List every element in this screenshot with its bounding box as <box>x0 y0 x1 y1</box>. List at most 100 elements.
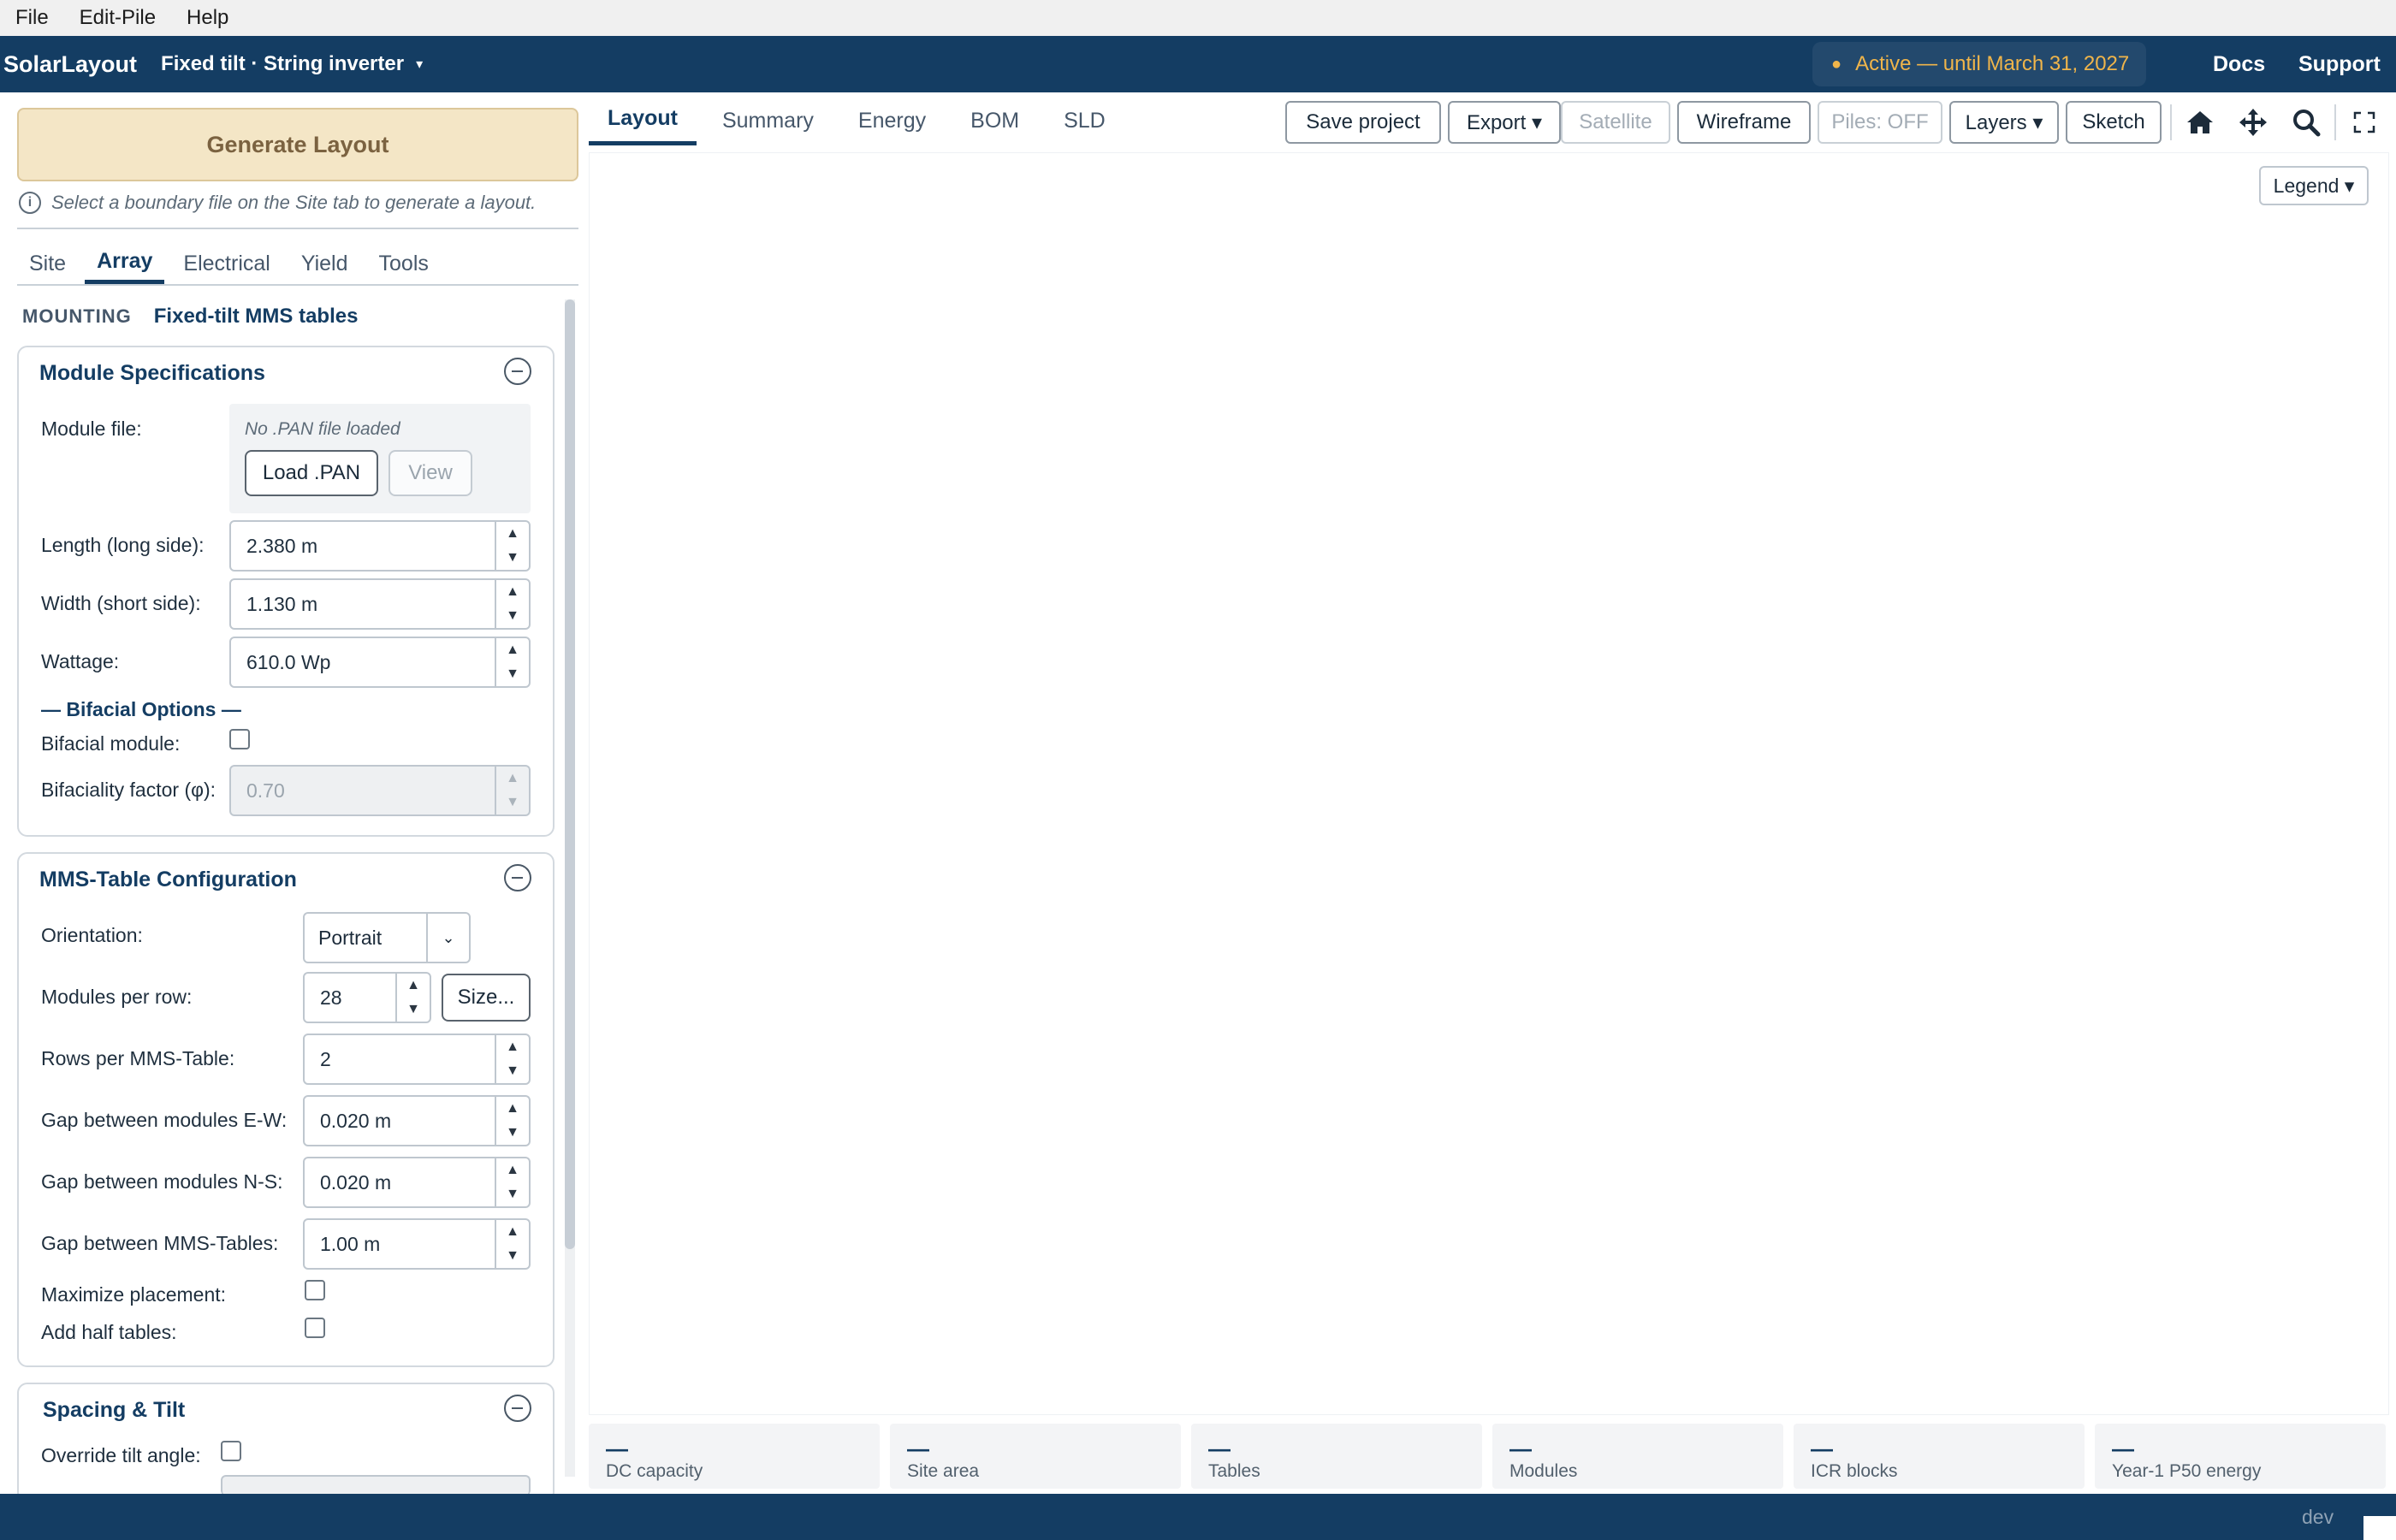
spacing-tilt-title: Spacing & Tilt <box>43 1398 186 1422</box>
width-label: Width (short side): <box>41 592 201 614</box>
tab-site[interactable]: Site <box>17 243 78 284</box>
bifaciality-input[interactable]: 0.70 ▲ ▼ <box>229 765 531 816</box>
layers-button[interactable]: Layers ▾ <box>1949 101 2059 144</box>
gap-ew-stepper[interactable]: ▲ ▼ <box>495 1097 529 1145</box>
mms-config-title: MMS-Table Configuration <box>39 868 297 891</box>
satellite-button[interactable]: Satellite <box>1561 101 1670 144</box>
spin-up-icon[interactable]: ▲ <box>496 1097 529 1121</box>
search-icon[interactable] <box>2285 101 2328 144</box>
half-tables-checkbox[interactable] <box>305 1318 325 1338</box>
home-icon[interactable] <box>2179 101 2221 144</box>
divider <box>17 228 578 229</box>
tab-array[interactable]: Array <box>85 243 165 284</box>
modules-per-row-input[interactable]: 28 ▲ ▼ <box>303 972 431 1023</box>
bifacial-options-heading: — Bifacial Options — <box>41 698 241 720</box>
spin-down-icon[interactable]: ▼ <box>397 998 430 1022</box>
spin-up-icon[interactable]: ▲ <box>496 638 529 662</box>
override-tilt-checkbox[interactable] <box>221 1441 241 1461</box>
map-canvas[interactable] <box>589 152 2389 1415</box>
stat-tables: — Tables <box>1191 1424 1482 1489</box>
spin-up-icon[interactable]: ▲ <box>496 1035 529 1059</box>
rows-per-table-label: Rows per MMS-Table: <box>41 1047 235 1069</box>
sketch-button[interactable]: Sketch <box>2066 101 2162 144</box>
bifaciality-stepper[interactable]: ▲ ▼ <box>495 767 529 814</box>
spin-down-icon[interactable]: ▼ <box>496 1182 529 1206</box>
rows-per-table-value: 2 <box>320 1047 331 1070</box>
width-stepper[interactable]: ▲ ▼ <box>495 580 529 628</box>
tab-sld[interactable]: SLD <box>1045 96 1124 145</box>
spin-down-icon[interactable]: ▼ <box>496 604 529 628</box>
spin-up-icon[interactable]: ▲ <box>496 1158 529 1182</box>
wattage-label: Wattage: <box>41 650 120 672</box>
spin-down-icon[interactable]: ▼ <box>496 546 529 570</box>
license-status-badge: ● Active — until March 31, 2027 <box>1812 42 2146 86</box>
bifacial-module-checkbox[interactable] <box>229 729 250 749</box>
spin-up-icon[interactable]: ▲ <box>496 580 529 604</box>
spin-down-icon[interactable]: ▼ <box>496 662 529 686</box>
bifaciality-value: 0.70 <box>246 779 285 802</box>
tab-yield[interactable]: Yield <box>289 243 360 284</box>
spin-up-icon[interactable]: ▲ <box>496 522 529 546</box>
tab-electrical[interactable]: Electrical <box>171 243 282 284</box>
chevron-down-icon[interactable]: ⌄ <box>426 914 469 962</box>
orientation-select[interactable]: Portrait ⌄ <box>303 912 471 963</box>
gap-tables-stepper[interactable]: ▲ ▼ <box>495 1220 529 1268</box>
environment-label: dev <box>2302 1505 2334 1528</box>
tilt-angle-input[interactable] <box>221 1475 531 1496</box>
spin-down-icon[interactable]: ▼ <box>496 1059 529 1083</box>
legend-button[interactable]: Legend ▾ <box>2259 166 2369 205</box>
move-icon[interactable] <box>2232 101 2274 144</box>
load-pan-button[interactable]: Load .PAN <box>245 450 378 496</box>
maximize-placement-checkbox[interactable] <box>305 1280 325 1300</box>
toolbar-separator <box>2170 104 2172 140</box>
wattage-input[interactable]: 610.0 Wp ▲ ▼ <box>229 637 531 688</box>
tab-energy[interactable]: Energy <box>839 96 945 145</box>
gap-ew-input[interactable]: 0.020 m ▲ ▼ <box>303 1095 531 1146</box>
orientation-value: Portrait <box>318 926 383 949</box>
info-icon: i <box>19 192 41 214</box>
collapse-icon[interactable] <box>504 864 531 891</box>
spin-up-icon[interactable]: ▲ <box>496 1220 529 1244</box>
support-link[interactable]: Support <box>2298 36 2381 92</box>
spin-up-icon[interactable]: ▲ <box>496 767 529 791</box>
gap-ns-stepper[interactable]: ▲ ▼ <box>495 1158 529 1206</box>
menu-help[interactable]: Help <box>187 6 228 30</box>
width-input[interactable]: 1.130 m ▲ ▼ <box>229 578 531 630</box>
docs-link[interactable]: Docs <box>2213 36 2265 92</box>
rows-per-table-input[interactable]: 2 ▲ ▼ <box>303 1034 531 1085</box>
spin-down-icon[interactable]: ▼ <box>496 791 529 814</box>
tab-bom[interactable]: BOM <box>952 96 1038 145</box>
modules-per-row-stepper[interactable]: ▲ ▼ <box>395 974 430 1022</box>
export-button[interactable]: Export ▾ <box>1448 101 1561 144</box>
view-pan-button[interactable]: View <box>388 450 472 496</box>
length-input[interactable]: 2.380 m ▲ ▼ <box>229 520 531 572</box>
save-project-button[interactable]: Save project <box>1285 101 1441 144</box>
size-button[interactable]: Size... <box>442 974 531 1022</box>
mode-selector[interactable]: Fixed tilt · String inverter ▾ <box>161 52 423 76</box>
collapse-icon[interactable] <box>504 1395 531 1422</box>
tab-tools[interactable]: Tools <box>367 243 441 284</box>
spin-up-icon[interactable]: ▲ <box>397 974 430 998</box>
rows-per-table-stepper[interactable]: ▲ ▼ <box>495 1035 529 1083</box>
tab-layout[interactable]: Layout <box>589 96 697 145</box>
gap-ns-input[interactable]: 0.020 m ▲ ▼ <box>303 1157 531 1208</box>
gap-tables-input[interactable]: 1.00 m ▲ ▼ <box>303 1218 531 1270</box>
stat-value: — <box>1208 1436 1231 1461</box>
menu-file[interactable]: File <box>15 6 49 30</box>
generate-layout-button[interactable]: Generate Layout <box>17 108 578 181</box>
stat-value: — <box>606 1436 628 1461</box>
length-stepper[interactable]: ▲ ▼ <box>495 522 529 570</box>
menu-edit-pile[interactable]: Edit-Pile <box>80 6 156 30</box>
wattage-stepper[interactable]: ▲ ▼ <box>495 638 529 686</box>
collapse-icon[interactable] <box>504 358 531 385</box>
wireframe-button[interactable]: Wireframe <box>1677 101 1811 144</box>
tab-summary[interactable]: Summary <box>703 96 833 145</box>
piles-toggle-button[interactable]: Piles: OFF <box>1818 101 1942 144</box>
app-header: SolarLayout Fixed tilt · String inverter… <box>0 36 2396 92</box>
stat-label: Tables <box>1208 1461 1260 1481</box>
spin-down-icon[interactable]: ▼ <box>496 1244 529 1268</box>
spin-down-icon[interactable]: ▼ <box>496 1121 529 1145</box>
panel-scrollbar-thumb[interactable] <box>565 299 575 1249</box>
mounting-row: MOUNTING Fixed-tilt MMS tables <box>22 305 358 329</box>
fullscreen-icon[interactable] <box>2343 101 2386 144</box>
